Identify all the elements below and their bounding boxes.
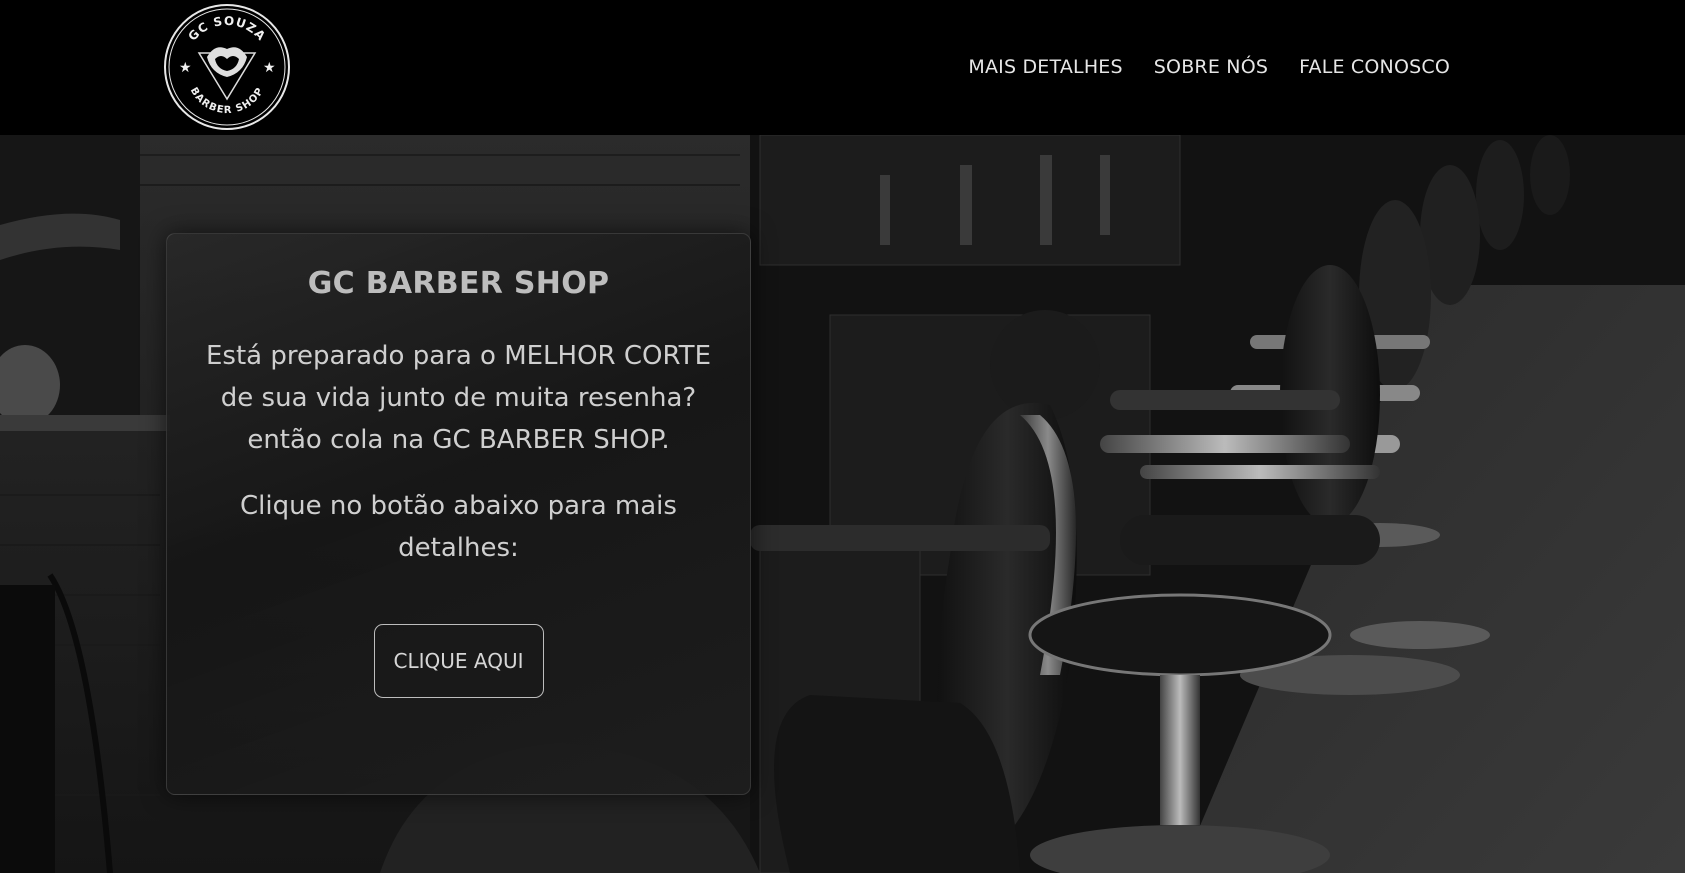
nav-item-sobre-nos[interactable]: SOBRE NÓS [1154,56,1268,78]
hero-title: GC BARBER SHOP [307,266,610,301]
star-icon: ★ [263,60,276,76]
main-nav: MAIS DETALHES SOBRE NÓS FALE CONOSCO [968,56,1450,78]
site-header: GC SOUZA BARBER SHOP ★ ★ MAIS DETALHES S… [0,0,1685,135]
nav-item-mais-detalhes[interactable]: MAIS DETALHES [968,56,1122,78]
hero-card: GC BARBER SHOP Está preparado para o MEL… [166,233,751,795]
brand-logo[interactable]: GC SOUZA BARBER SHOP ★ ★ [163,3,291,131]
hero-paragraph-instruction: Clique no botão abaixo para mais detalhe… [240,491,677,563]
hero-paragraph-intro: Está preparado para o MELHOR CORTE de su… [205,341,711,455]
clique-aqui-button[interactable]: CLIQUE AQUI [373,624,544,698]
nav-item-fale-conosco[interactable]: FALE CONOSCO [1299,56,1450,78]
star-icon: ★ [179,60,192,76]
